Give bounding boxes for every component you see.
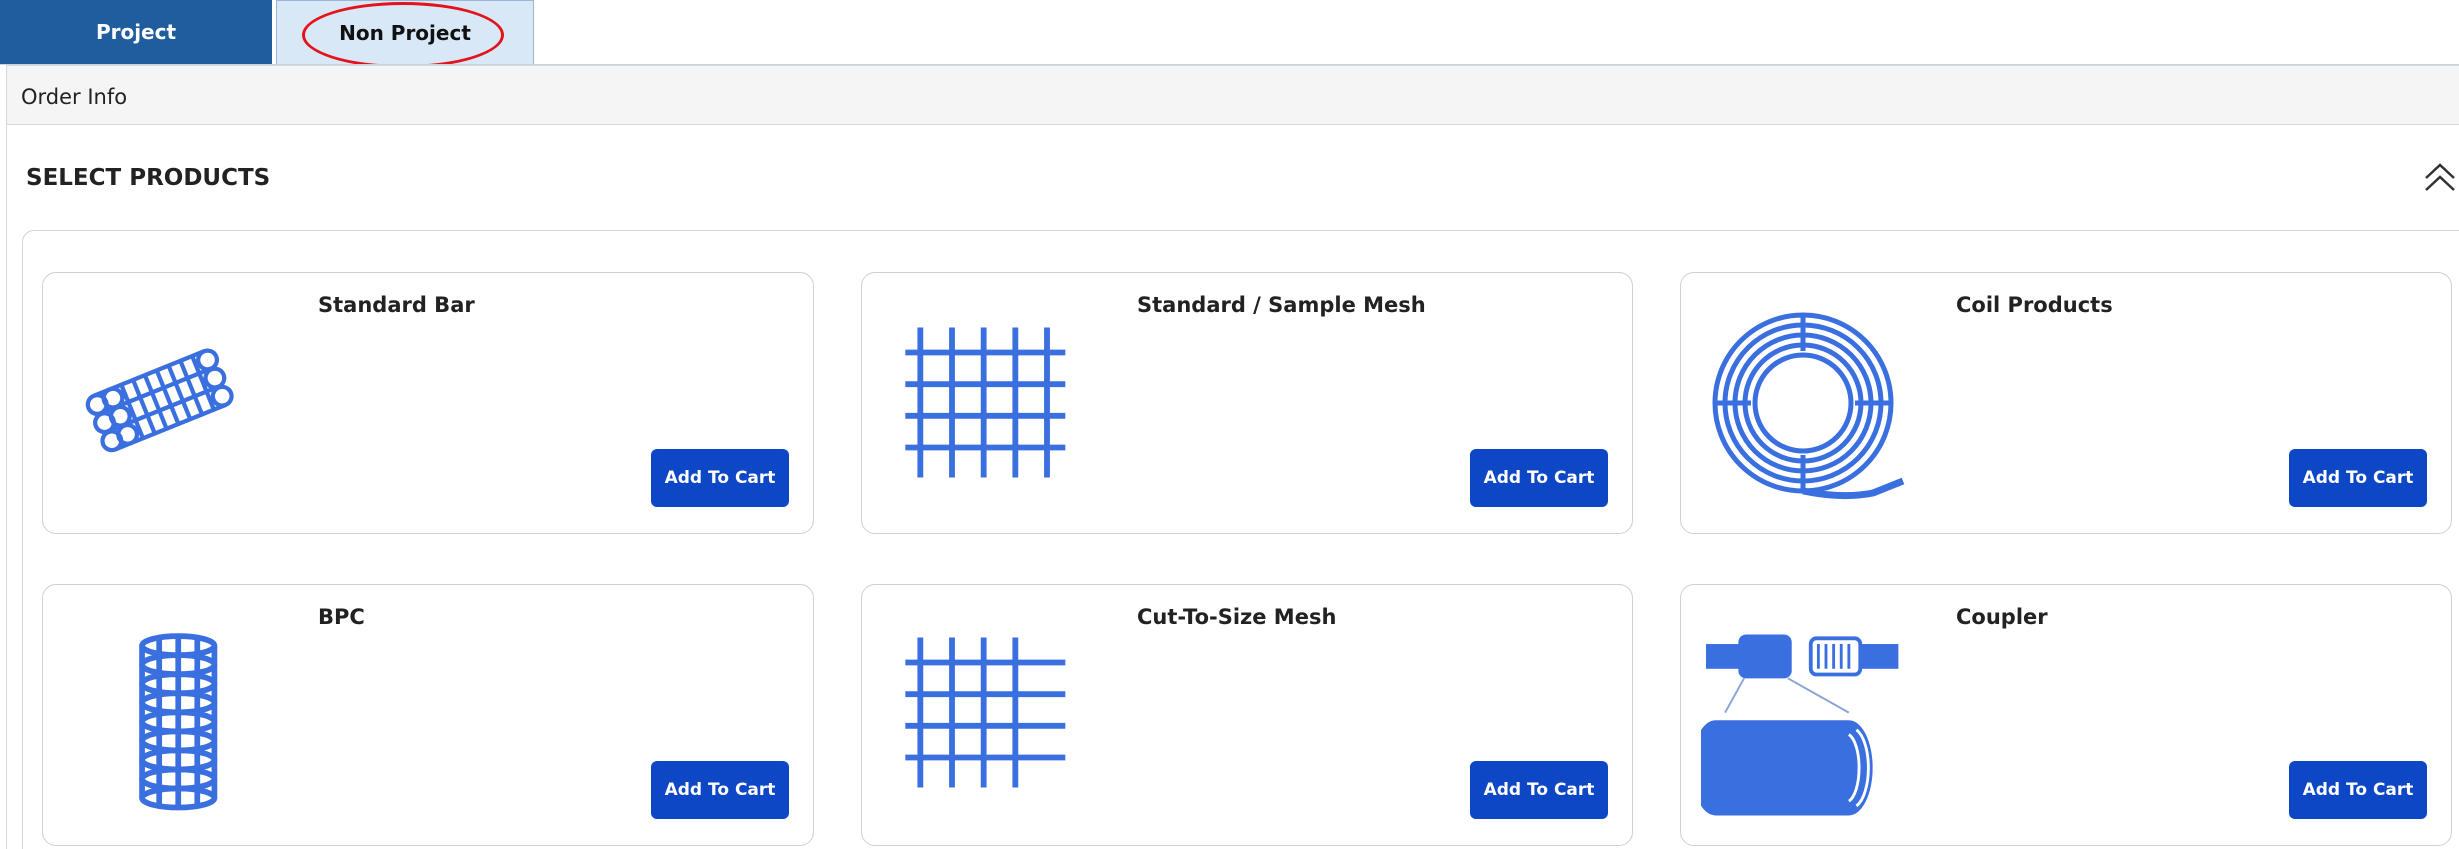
coupler-icon bbox=[1701, 634, 1899, 816]
section-title: SELECT PRODUCTS bbox=[26, 165, 271, 191]
add-to-cart-button[interactable]: Add To Cart bbox=[1470, 761, 1608, 819]
product-title: Coil Products bbox=[1956, 293, 2113, 317]
product-card-coil-products: Coil Products Add To Cart bbox=[1680, 272, 2452, 534]
add-to-cart-button[interactable]: Add To Cart bbox=[1470, 449, 1608, 507]
tab-project-label: Project bbox=[95, 20, 177, 44]
cut-mesh-icon bbox=[905, 637, 1066, 788]
add-to-cart-button[interactable]: Add To Cart bbox=[651, 449, 789, 507]
add-to-cart-button[interactable]: Add To Cart bbox=[2289, 449, 2427, 507]
product-title: Cut-To-Size Mesh bbox=[1137, 605, 1337, 629]
product-title: Coupler bbox=[1956, 605, 2048, 629]
product-card-cut-to-size-mesh: Cut-To-Size Mesh Add To Cart bbox=[861, 584, 1633, 846]
order-info-label: Order Info bbox=[21, 85, 128, 109]
product-card-standard-sample-mesh: Standard / Sample Mesh Add To Cart bbox=[861, 272, 1633, 534]
product-card-coupler: Coupler Add To Cart bbox=[1680, 584, 2452, 846]
mesh-grid-icon bbox=[905, 327, 1066, 478]
product-title: Standard / Sample Mesh bbox=[1137, 293, 1426, 317]
rebar-bundle-icon bbox=[85, 348, 234, 453]
coil-icon bbox=[1712, 312, 1905, 500]
add-to-cart-button[interactable]: Add To Cart bbox=[2289, 761, 2427, 819]
product-card-bpc: BPC Add To Cart bbox=[42, 584, 814, 846]
product-title: BPC bbox=[318, 605, 365, 629]
tab-project[interactable]: Project bbox=[0, 0, 272, 64]
red-highlight-ellipse bbox=[302, 2, 504, 68]
product-card-standard-bar: Standard Bar Add To Cart bbox=[42, 272, 814, 534]
cage-icon bbox=[139, 633, 218, 811]
product-title: Standard Bar bbox=[318, 293, 475, 317]
add-to-cart-button[interactable]: Add To Cart bbox=[651, 761, 789, 819]
order-info-bar[interactable]: Order Info bbox=[6, 65, 2459, 125]
chevron-double-up-icon[interactable] bbox=[2420, 158, 2459, 198]
